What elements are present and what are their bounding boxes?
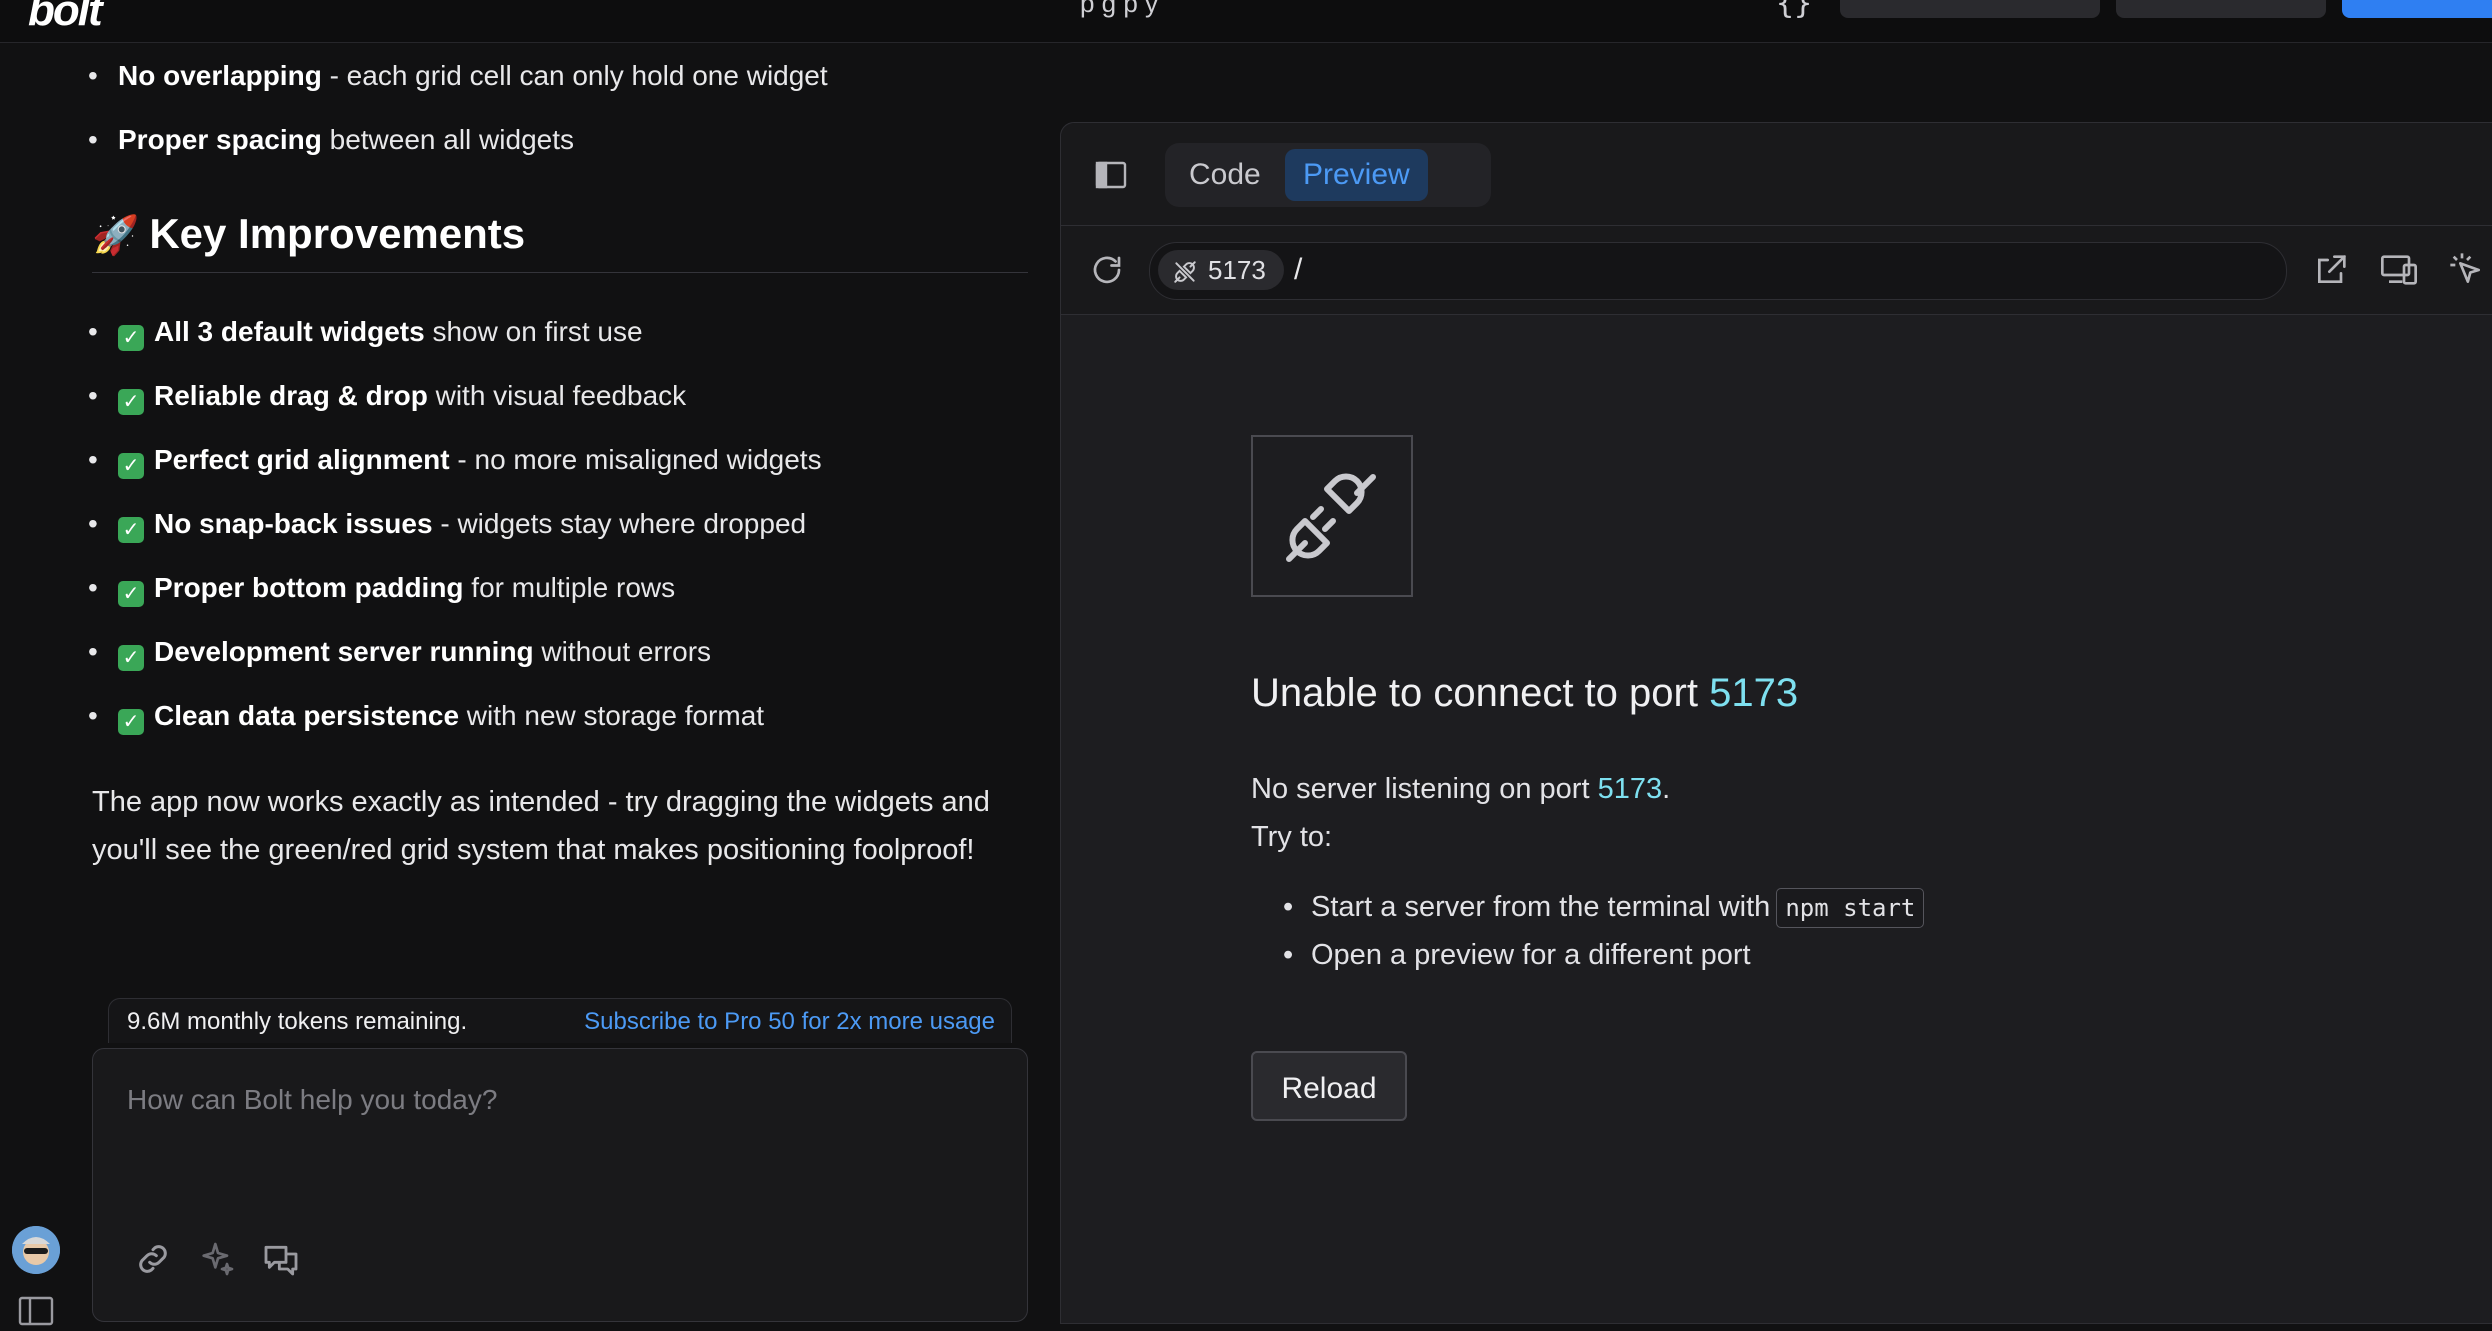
- list-item: ✓Clean data persistence with new storage…: [88, 700, 822, 764]
- port-selector[interactable]: 5173: [1158, 250, 1284, 290]
- tab-code[interactable]: Code: [1171, 149, 1279, 201]
- open-in-new-tab-icon[interactable]: [2311, 250, 2351, 290]
- element-select-icon[interactable]: [2447, 250, 2487, 290]
- try-to-label: Try to:: [1251, 821, 1333, 853]
- list-item: ✓Reliable drag & drop with visual feedba…: [88, 380, 822, 444]
- view-switcher: Code Preview: [1165, 143, 1491, 207]
- rocket-icon: 🚀: [92, 215, 140, 257]
- sparkle-icon[interactable]: [197, 1239, 237, 1279]
- list-item: ✓All 3 default widgets show on first use: [88, 316, 822, 380]
- project-title[interactable]: p g p y: [1080, 0, 1158, 19]
- list-item: ✓Perfect grid alignment - no more misali…: [88, 444, 822, 508]
- check-icon: ✓: [118, 389, 144, 415]
- list-item: ✓Proper bottom padding for multiple rows: [88, 572, 822, 636]
- summary-text: The app now works exactly as intended - …: [92, 786, 990, 866]
- section-heading: 🚀 Key Improvements: [92, 210, 1028, 273]
- list-item: Open a preview for a different port: [1283, 931, 1924, 979]
- reload-button[interactable]: Reload: [1251, 1051, 1407, 1121]
- link-icon[interactable]: [133, 1239, 173, 1279]
- tab-preview[interactable]: Preview: [1285, 149, 1428, 201]
- check-icon: ✓: [118, 645, 144, 671]
- list-item: ✓Development server running without erro…: [88, 636, 822, 700]
- check-icon: ✓: [118, 325, 144, 351]
- workbench-tabs-bar: Code Preview: [1061, 123, 2492, 226]
- check-icon: ✓: [118, 581, 144, 607]
- sidebar-toggle-icon[interactable]: [18, 1296, 54, 1326]
- deploy-button[interactable]: [2342, 0, 2492, 18]
- chat-composer: [92, 1048, 1028, 1322]
- list-item: No overlapping - each grid cell can only…: [88, 60, 828, 124]
- preview-address-bar: 5173 /: [1061, 226, 2492, 315]
- top-action-button-1[interactable]: [1840, 0, 2100, 18]
- subscribe-link[interactable]: Subscribe to Pro 50 for 2x more usage: [584, 1008, 995, 1036]
- chat-input[interactable]: [125, 1079, 989, 1121]
- top-bar: bolt p g p y {}: [0, 0, 2492, 43]
- chat-icon[interactable]: [261, 1239, 301, 1279]
- tokens-remaining: 9.6M monthly tokens remaining.: [127, 1008, 468, 1035]
- code-braces-icon[interactable]: {}: [1776, 0, 1812, 21]
- intro-list: No overlapping - each grid cell can only…: [88, 60, 828, 188]
- port-number: 5173: [1208, 255, 1266, 285]
- url-path[interactable]: /: [1294, 253, 1302, 287]
- list-item: ✓No snap-back issues - widgets stay wher…: [88, 508, 822, 572]
- top-action-button-2[interactable]: [2116, 0, 2326, 18]
- bolt-logo[interactable]: bolt: [28, 0, 103, 36]
- disconnected-plug-icon: [1251, 435, 1413, 597]
- list-item: Start a server from the terminal withnpm…: [1283, 883, 1925, 931]
- suggestion-list: Start a server from the terminal withnpm…: [1283, 883, 1925, 979]
- check-icon: ✓: [118, 709, 144, 735]
- refresh-icon[interactable]: [1089, 252, 1125, 288]
- npm-start-command: npm start: [1776, 888, 1925, 928]
- error-title: Unable to connect to port 5173: [1251, 671, 1799, 715]
- panel-toggle-icon[interactable]: [1095, 161, 1127, 189]
- device-preview-icon[interactable]: [2379, 250, 2419, 290]
- unplugged-icon: [1174, 261, 1196, 283]
- improvements-list: ✓All 3 default widgets show on first use…: [88, 316, 822, 764]
- user-avatar[interactable]: [12, 1226, 60, 1274]
- no-server-message: No server listening on port 5173.: [1251, 773, 1671, 805]
- preview-panel: Code Preview 5173 / Unable to connect to…: [1060, 122, 2492, 1324]
- url-field[interactable]: 5173 /: [1149, 242, 2287, 300]
- check-icon: ✓: [118, 517, 144, 543]
- check-icon: ✓: [118, 453, 144, 479]
- list-item: Proper spacing between all widgets: [88, 124, 828, 188]
- token-banner: 9.6M monthly tokens remaining. Subscribe…: [108, 998, 1012, 1043]
- chat-panel: No overlapping - each grid cell can only…: [0, 42, 1060, 1326]
